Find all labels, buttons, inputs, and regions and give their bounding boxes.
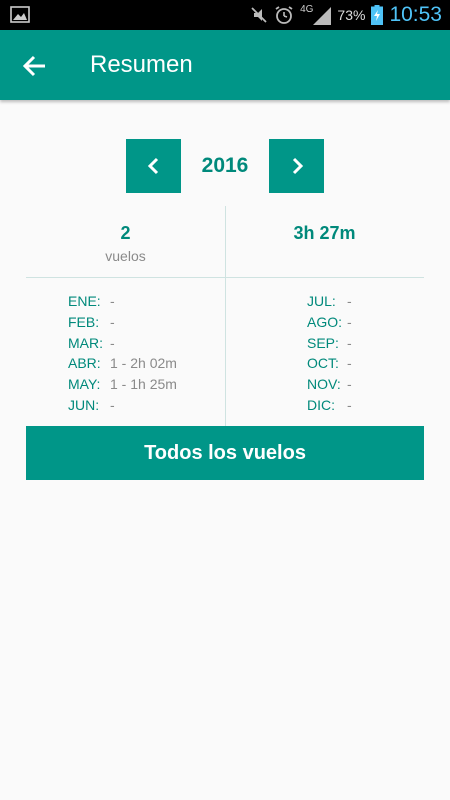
all-flights-button[interactable]: Todos los vuelos xyxy=(26,426,424,480)
battery-charging-icon xyxy=(371,5,384,25)
month-value: - xyxy=(110,313,115,330)
month-value: 1 - 2h 02m xyxy=(110,355,177,372)
month-value: - xyxy=(347,355,352,372)
month-row: AGO: - xyxy=(307,312,352,333)
flights-label: vuelos xyxy=(105,248,146,264)
app-bar: Resumen xyxy=(0,30,450,100)
status-clock: 10:53 xyxy=(389,3,442,26)
month-name: FEB: xyxy=(68,313,100,330)
summary-panel: 2 vuelos 3h 27m ENE: - FEB: - MAR: - ABR: 1 … xyxy=(26,206,424,426)
month-row: NOV: - xyxy=(307,374,352,395)
signal-icon xyxy=(313,7,332,25)
previous-year-button[interactable] xyxy=(126,139,181,193)
back-arrow-icon[interactable] xyxy=(20,51,50,81)
month-value: - xyxy=(347,376,352,393)
status-bar: 4G 73% 10:53 xyxy=(0,0,450,30)
month-row: ENE: - xyxy=(68,291,177,312)
month-value: - xyxy=(347,396,352,413)
month-value: - xyxy=(347,313,352,330)
month-name: OCT: xyxy=(307,355,339,372)
months-first-half: ENE: - FEB: - MAR: - ABR: 1 - 2h 02m MAY: 1 -… xyxy=(68,291,177,416)
chevron-left-icon xyxy=(147,157,158,175)
month-name: NOV: xyxy=(307,376,341,393)
month-row: FEB: - xyxy=(68,312,177,333)
month-value: - xyxy=(110,396,115,413)
month-row: DIC: - xyxy=(307,395,352,416)
horizontal-divider xyxy=(26,277,424,278)
year-label: 2016 xyxy=(201,154,249,177)
month-value: 1 - 1h 25m xyxy=(110,376,177,393)
year-selector: 2016 xyxy=(126,139,324,193)
gallery-notification-icon xyxy=(10,6,30,23)
alarm-icon xyxy=(275,6,293,24)
flights-count: 2 xyxy=(120,223,131,243)
month-value: - xyxy=(347,293,352,309)
month-row: MAR: - xyxy=(68,333,177,354)
page-title: Resumen xyxy=(90,51,193,78)
chevron-right-icon xyxy=(292,157,303,175)
months-second-half: JUL: - AGO: - SEP: - OCT: - NOV: - DIC: - xyxy=(307,291,352,416)
month-row: SEP: - xyxy=(307,333,352,354)
month-name: MAY: xyxy=(68,376,101,393)
month-name: AGO: xyxy=(307,313,343,330)
month-row: ABR: 1 - 2h 02m xyxy=(68,353,177,374)
month-row: MAY: 1 - 1h 25m xyxy=(68,374,177,395)
month-name: ENE: xyxy=(68,293,101,309)
month-name: MAR: xyxy=(68,334,103,351)
month-value: - xyxy=(110,293,115,309)
next-year-button[interactable] xyxy=(269,139,324,193)
mute-icon xyxy=(251,7,267,23)
month-name: DIC: xyxy=(307,396,335,413)
battery-percentage: 73% xyxy=(337,7,366,23)
month-value: - xyxy=(110,334,115,351)
network-type-label: 4G xyxy=(300,4,314,15)
month-name: ABR: xyxy=(68,355,101,372)
month-name: SEP: xyxy=(307,334,339,351)
month-name: JUL: xyxy=(307,293,336,309)
month-value: - xyxy=(347,334,352,351)
month-row: JUN: - xyxy=(68,395,177,416)
month-row: OCT: - xyxy=(307,353,352,374)
month-row: JUL: - xyxy=(307,291,352,312)
month-name: JUN: xyxy=(68,396,100,413)
total-flight-time: 3h 27m xyxy=(293,223,356,243)
